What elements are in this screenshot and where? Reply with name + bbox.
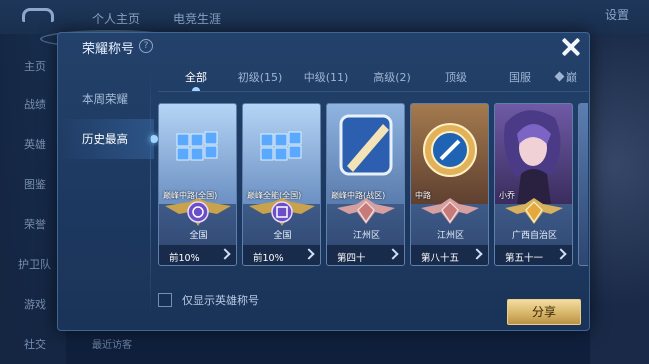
app-logo-icon — [22, 8, 54, 22]
chevron-right-icon — [219, 248, 231, 260]
chevron-right-icon — [555, 248, 567, 260]
card-region: 江州区 — [436, 231, 464, 241]
title-card-partial[interactable] — [578, 103, 588, 266]
tab-all[interactable]: 全部 — [176, 67, 216, 91]
bg-side-item[interactable]: 荣誉 — [24, 216, 46, 232]
rank-emblem-icon — [165, 198, 231, 226]
card-rank: 第五十一 — [505, 253, 544, 264]
card-rank-row: 前10% — [243, 245, 320, 265]
help-icon[interactable]: ? — [139, 39, 153, 53]
tab-intermediate[interactable]: 中级(11) — [300, 67, 352, 91]
nav-item-label: 历史最高 — [82, 132, 128, 146]
cube-icon — [243, 104, 320, 204]
card-rank: 前10% — [169, 253, 200, 264]
chevron-right-icon — [471, 248, 483, 260]
tab-top[interactable]: 顶级 — [438, 67, 474, 91]
chevron-right-icon — [387, 248, 399, 260]
nav-item-history-best[interactable]: 历史最高 — [58, 119, 158, 159]
bg-side-item[interactable]: 战绩 — [24, 96, 46, 112]
tab-underline — [158, 91, 588, 92]
bg-side-item[interactable]: 护卫队 — [18, 256, 51, 272]
title-card[interactable]: 巅峰中路(全国) 全国 前10% — [158, 103, 237, 266]
card-rank: 第八十五 — [421, 253, 460, 264]
diamond-icon — [554, 71, 565, 82]
card-rank-row: 第四十 — [327, 245, 404, 265]
tab-peak[interactable]: 巅 — [554, 67, 586, 91]
tier-tabs: 全部 初级(15) 中级(11) 高级(2) 顶级 国服 巅 — [158, 67, 588, 91]
nav-divider — [150, 69, 151, 319]
hero-title-only-checkbox[interactable] — [158, 293, 172, 307]
tab-peak-label: 巅 — [566, 71, 577, 84]
chevron-right-icon — [303, 248, 315, 260]
rank-emblem-icon — [505, 198, 563, 224]
bg-side-item[interactable]: 英雄 — [24, 136, 46, 152]
share-button[interactable]: 分享 — [507, 299, 581, 325]
title-card[interactable]: 中路 江州区 第八十五 — [410, 103, 489, 266]
active-dot-icon — [150, 135, 158, 143]
nav-item-label: 本周荣耀 — [82, 92, 128, 106]
left-nav: 本周荣耀 历史最高 — [58, 69, 158, 332]
slash-badge-icon — [327, 104, 404, 204]
bg-tab-esports[interactable]: 电竞生涯 — [173, 10, 221, 27]
card-rank-row: 第五十一 — [495, 245, 572, 265]
tab-junior[interactable]: 初级(15) — [234, 67, 286, 91]
title-card[interactable]: 巅峰中路(战区) 江州区 第四十 — [326, 103, 405, 266]
rank-emblem-icon — [249, 198, 315, 226]
honor-title-modal: 荣耀称号 ? 本周荣耀 历史最高 全部 初级(15) 中级(11) 高级(2) … — [57, 32, 590, 331]
rank-emblem-icon — [421, 198, 479, 224]
card-region: 全国 — [273, 231, 292, 241]
settings-button[interactable]: 设置 — [605, 6, 629, 23]
background-hero-art — [590, 34, 649, 364]
card-region: 广西自治区 — [511, 231, 557, 241]
bg-tab-profile[interactable]: 个人主页 — [92, 10, 140, 27]
card-region: 江州区 — [352, 231, 380, 241]
bg-side-item[interactable]: 社交 — [24, 336, 46, 352]
bg-side-item[interactable]: 主页 — [24, 58, 46, 74]
recent-visitors-label: 最近访客 — [92, 340, 132, 351]
title-cards: 巅峰中路(全国) 全国 前10% 巅峰全能(全国) 全国 前10% 巅峰中路(战… — [158, 103, 588, 298]
tab-national[interactable]: 国服 — [502, 67, 538, 91]
card-rank: 第四十 — [337, 253, 366, 264]
modal-title: 荣耀称号 — [82, 42, 135, 57]
bg-side-item[interactable]: 图鉴 — [24, 176, 46, 192]
nav-item-weekly[interactable]: 本周荣耀 — [58, 79, 154, 119]
rank-emblem-icon — [337, 198, 395, 224]
medal-icon — [411, 104, 488, 204]
hero-portrait-icon — [495, 104, 572, 204]
card-rank-row: 第八十五 — [411, 245, 488, 265]
card-rank-row: 前10% — [159, 245, 236, 265]
close-icon[interactable] — [560, 36, 582, 58]
card-region: 全国 — [189, 231, 208, 241]
title-card[interactable]: 小乔 广西自治区 第五十一 — [494, 103, 573, 266]
title-card[interactable]: 巅峰全能(全国) 全国 前10% — [242, 103, 321, 266]
card-rank: 前10% — [253, 253, 284, 264]
cube-icon — [159, 104, 236, 204]
bg-side-item[interactable]: 游戏 — [24, 296, 46, 312]
checkbox-label: 仅显示英雄称号 — [182, 294, 259, 307]
tab-senior[interactable]: 高级(2) — [368, 67, 416, 91]
